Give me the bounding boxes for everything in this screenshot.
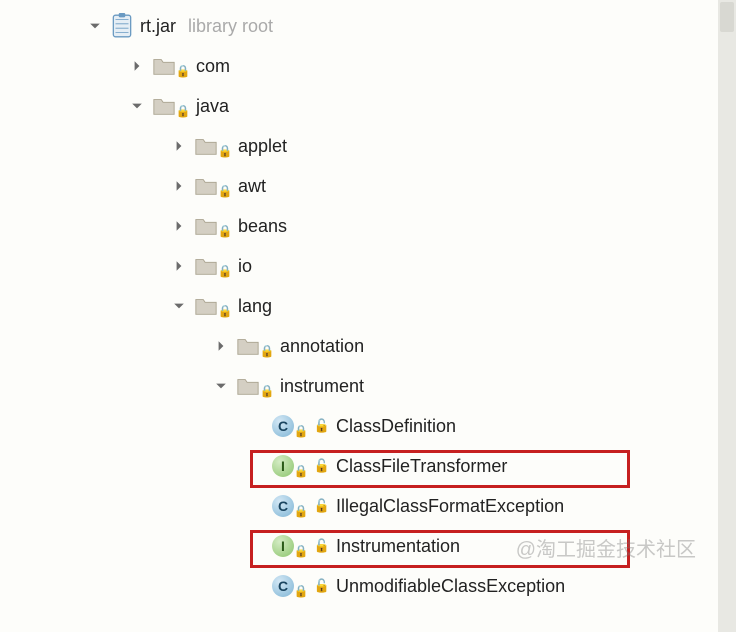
public-icon: 🔓 bbox=[314, 498, 330, 514]
jar-icon bbox=[110, 14, 134, 38]
tree-row-com[interactable]: 🔒 com bbox=[10, 46, 736, 86]
lock-icon: 🔒 bbox=[294, 424, 308, 438]
tree-label: java bbox=[196, 96, 229, 117]
chevron-right-icon[interactable] bbox=[170, 177, 188, 195]
tree-label: rt.jar bbox=[140, 16, 176, 37]
tree-label: lang bbox=[238, 296, 272, 317]
tree-label: io bbox=[238, 256, 252, 277]
tree-row-instrumentation[interactable]: I 🔒 🔓 Instrumentation bbox=[10, 526, 736, 566]
lock-icon: 🔒 bbox=[218, 224, 232, 238]
lock-icon: 🔒 bbox=[176, 64, 190, 78]
public-icon: 🔓 bbox=[314, 538, 330, 554]
tree-row-beans[interactable]: 🔒 beans bbox=[10, 206, 736, 246]
tree-row-illegalclassformatexception[interactable]: C 🔒 🔓 IllegalClassFormatException bbox=[10, 486, 736, 526]
tree-label: annotation bbox=[280, 336, 364, 357]
tree-label: Instrumentation bbox=[336, 536, 460, 557]
public-icon: 🔓 bbox=[314, 458, 330, 474]
tree-row-io[interactable]: 🔒 io bbox=[10, 246, 736, 286]
public-icon: 🔓 bbox=[314, 418, 330, 434]
lock-icon: 🔒 bbox=[294, 544, 308, 558]
folder-icon bbox=[236, 334, 260, 358]
class-icon: C bbox=[272, 495, 294, 517]
tree-row-lang[interactable]: 🔒 lang bbox=[10, 286, 736, 326]
chevron-down-icon[interactable] bbox=[212, 377, 230, 395]
tree-label: beans bbox=[238, 216, 287, 237]
tree-label: com bbox=[196, 56, 230, 77]
tree-row-unmodifiableclassexception[interactable]: C 🔒 🔓 UnmodifiableClassException bbox=[10, 566, 736, 606]
project-tree[interactable]: rt.jar library root 🔒 com 🔒 java bbox=[0, 0, 736, 606]
tree-row-classdefinition[interactable]: C 🔒 🔓 ClassDefinition bbox=[10, 406, 736, 446]
class-icon: C bbox=[272, 575, 294, 597]
tree-row-applet[interactable]: 🔒 applet bbox=[10, 126, 736, 166]
lock-icon: 🔒 bbox=[218, 184, 232, 198]
tree-row-classfiletransformer[interactable]: I 🔒 🔓 ClassFileTransformer bbox=[10, 446, 736, 486]
folder-icon bbox=[194, 174, 218, 198]
folder-icon bbox=[152, 54, 176, 78]
tree-label: awt bbox=[238, 176, 266, 197]
chevron-right-icon[interactable] bbox=[170, 137, 188, 155]
chevron-down-icon[interactable] bbox=[170, 297, 188, 315]
chevron-right-icon[interactable] bbox=[170, 217, 188, 235]
lock-icon: 🔒 bbox=[218, 144, 232, 158]
lock-icon: 🔒 bbox=[294, 504, 308, 518]
scroll-thumb[interactable] bbox=[720, 2, 734, 32]
scrollbar[interactable] bbox=[718, 0, 736, 632]
chevron-right-icon[interactable] bbox=[170, 257, 188, 275]
public-icon: 🔓 bbox=[314, 578, 330, 594]
lock-icon: 🔒 bbox=[176, 104, 190, 118]
folder-icon bbox=[194, 294, 218, 318]
chevron-right-icon[interactable] bbox=[212, 337, 230, 355]
lock-icon: 🔒 bbox=[294, 584, 308, 598]
tree-label-suffix: library root bbox=[188, 16, 273, 37]
tree-label: ClassDefinition bbox=[336, 416, 456, 437]
tree-label: instrument bbox=[280, 376, 364, 397]
folder-icon bbox=[194, 134, 218, 158]
tree-row-java[interactable]: 🔒 java bbox=[10, 86, 736, 126]
folder-icon bbox=[194, 214, 218, 238]
chevron-right-icon[interactable] bbox=[128, 57, 146, 75]
interface-icon: I bbox=[272, 455, 294, 477]
chevron-down-icon[interactable] bbox=[86, 17, 104, 35]
tree-row-annotation[interactable]: 🔒 annotation bbox=[10, 326, 736, 366]
lock-icon: 🔒 bbox=[218, 304, 232, 318]
tree-label: IllegalClassFormatException bbox=[336, 496, 564, 517]
class-icon: C bbox=[272, 415, 294, 437]
lock-icon: 🔒 bbox=[218, 264, 232, 278]
tree-label: applet bbox=[238, 136, 287, 157]
interface-icon: I bbox=[272, 535, 294, 557]
tree-row-rtjar[interactable]: rt.jar library root bbox=[10, 6, 736, 46]
tree-row-instrument[interactable]: 🔒 instrument bbox=[10, 366, 736, 406]
lock-icon: 🔒 bbox=[260, 344, 274, 358]
lock-icon: 🔒 bbox=[294, 464, 308, 478]
folder-icon bbox=[236, 374, 260, 398]
folder-icon bbox=[194, 254, 218, 278]
tree-label: UnmodifiableClassException bbox=[336, 576, 565, 597]
lock-icon: 🔒 bbox=[260, 384, 274, 398]
tree-label: ClassFileTransformer bbox=[336, 456, 507, 477]
chevron-down-icon[interactable] bbox=[128, 97, 146, 115]
folder-icon bbox=[152, 94, 176, 118]
tree-row-awt[interactable]: 🔒 awt bbox=[10, 166, 736, 206]
